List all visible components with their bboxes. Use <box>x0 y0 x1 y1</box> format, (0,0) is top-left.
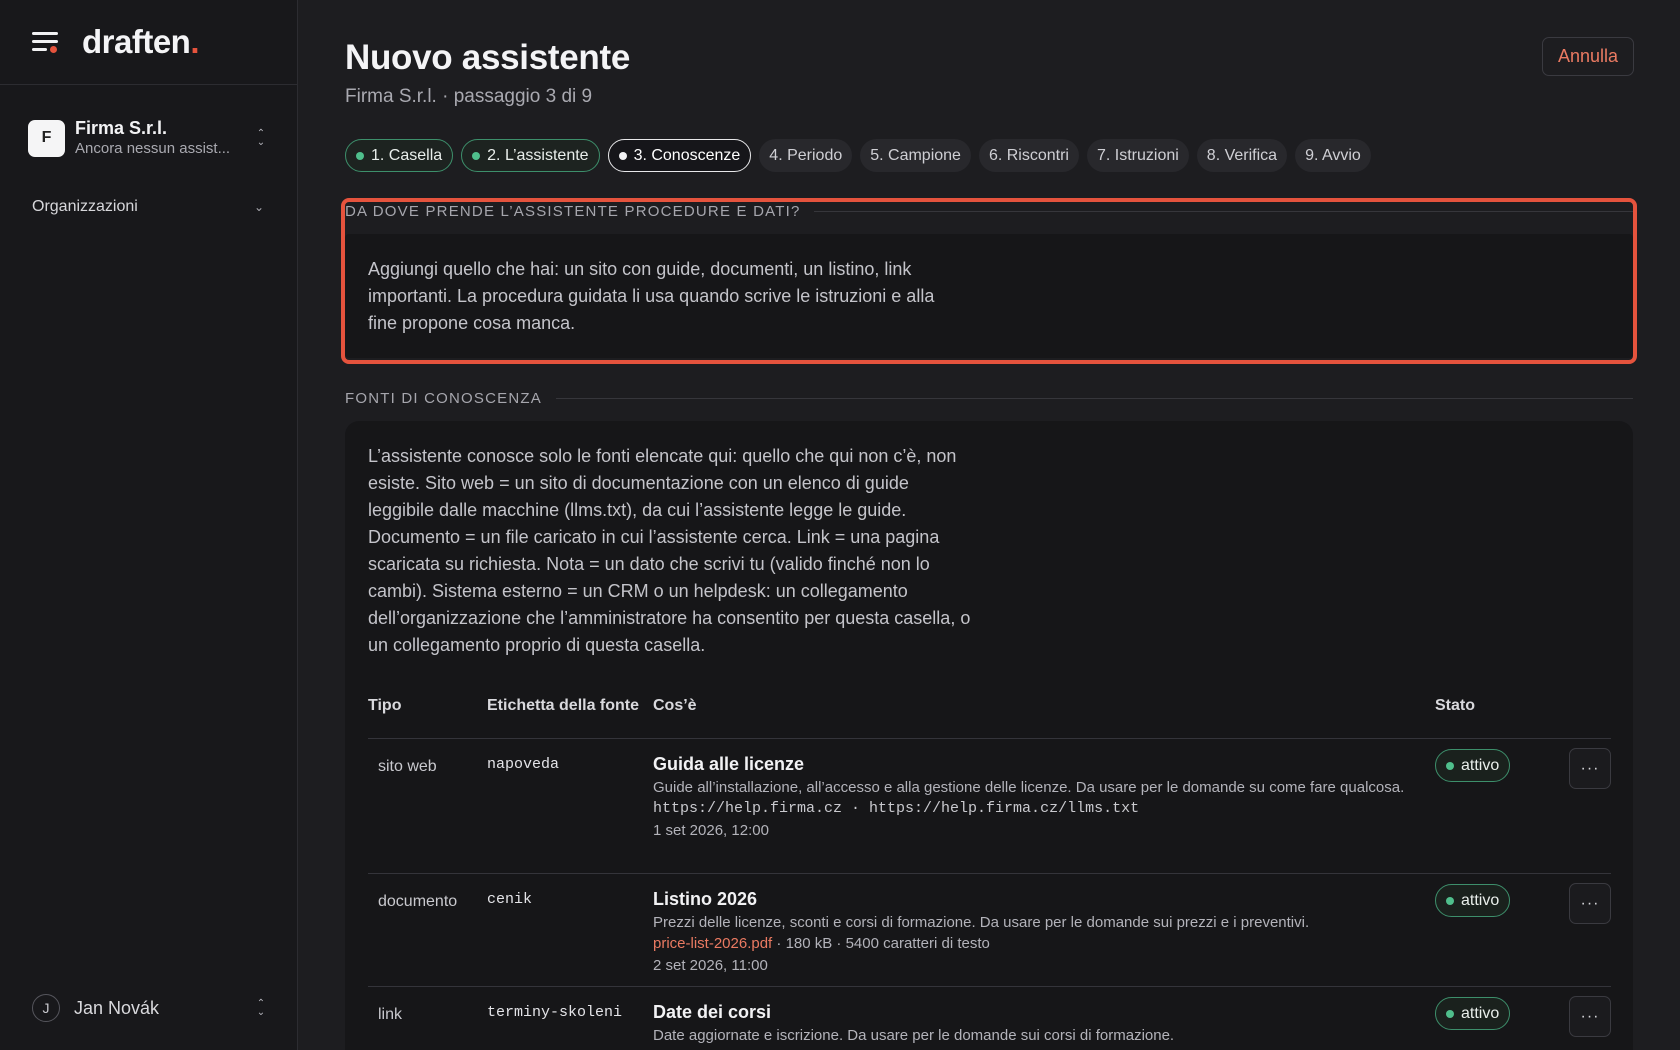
more-options-button[interactable]: ··· <box>1569 748 1611 789</box>
intro-box: Aggiungi quello che hai: un sito con gui… <box>345 234 1633 358</box>
source-date: 2 set 2026, 11:00 <box>653 957 768 974</box>
source-description: Prezzi delle licenze, sconti e corsi di … <box>653 914 1310 931</box>
more-options-button[interactable]: ··· <box>1569 883 1611 924</box>
step-2[interactable]: 2. L’assistente <box>461 139 600 172</box>
step-8[interactable]: 8. Verifica <box>1196 139 1288 172</box>
sources-description: L’assistente conosce solo le fonti elenc… <box>368 446 971 655</box>
source-file: price-list-2026.pdf · 180 kB · 5400 cara… <box>653 935 990 952</box>
source-title: Listino 2026 <box>653 889 758 909</box>
table-header: Tipo Etichetta della fonte Cos’è Stato <box>368 673 1611 739</box>
chevron-up-down-icon: ⌃ ⌄ <box>256 128 266 148</box>
sidebar: draften. F Firma S.r.l. Ancora nessun as… <box>0 0 298 1050</box>
avatar: J <box>32 994 60 1022</box>
source-title: Date dei corsi <box>653 1002 772 1022</box>
status-badge: attivo <box>1435 884 1511 917</box>
sidebar-item-label: Organizzazioni <box>32 198 138 215</box>
brand-logo: draften. <box>82 23 200 60</box>
org-avatar: F <box>28 119 65 157</box>
source-urls: https://help.firma.cz · https://help.fir… <box>653 800 1140 817</box>
sources-card: L’assistente conosce solo le fonti elenc… <box>345 421 1633 1050</box>
cancel-button[interactable]: Annulla <box>1541 37 1634 76</box>
chevron-up-down-icon: ⌃ ⌄ <box>256 998 266 1018</box>
user-menu[interactable]: J Jan Novák ⌃ ⌄ <box>32 993 270 1023</box>
table-row: sito web napoveda Guida alle licenze Gui… <box>368 739 1611 874</box>
user-name: Jan Novák <box>74 997 160 1018</box>
column-header-what: Cos’è <box>653 696 697 714</box>
menu-icon[interactable] <box>32 29 60 55</box>
source-date: 1 set 2026, 12:00 <box>653 822 769 839</box>
org-switcher[interactable]: F Firma S.r.l. Ancora nessun assist... ⌃… <box>28 115 270 161</box>
page-subtitle: Firma S.r.l. · passaggio 3 di 9 <box>345 86 593 107</box>
page-title: Nuovo assistente <box>345 38 631 77</box>
status-badge: attivo <box>1435 749 1511 782</box>
table-row: link terminy-skoleni Date dei corsi Date… <box>368 987 1611 1050</box>
step-1[interactable]: 1. Casella <box>345 139 454 172</box>
column-header-state: Stato <box>1435 696 1475 714</box>
brand-row: draften. <box>0 0 297 85</box>
table-row: documento cenik Listino 2026 Prezzi dell… <box>368 874 1611 987</box>
org-subtitle: Ancora nessun assist... <box>75 140 231 157</box>
sources-heading: Fonti di conoscenza <box>345 390 1633 407</box>
more-options-button[interactable]: ··· <box>1569 996 1611 1037</box>
source-title: Guida alle licenze <box>653 754 805 774</box>
step-6[interactable]: 6. Riscontri <box>978 139 1079 172</box>
column-header-label: Etichetta della fonte <box>487 696 640 714</box>
step-3[interactable]: 3. Conoscenze <box>607 139 752 172</box>
file-link[interactable]: price-list-2026.pdf <box>653 935 772 952</box>
source-description: Date aggiornate e iscrizione. Da usare p… <box>653 1027 1175 1044</box>
step-4[interactable]: 4. Periodo <box>759 139 853 172</box>
main-content: Nuovo assistente Firma S.r.l. · passaggi… <box>341 0 1637 1050</box>
org-name: Firma S.r.l. <box>75 118 168 138</box>
status-badge: attivo <box>1435 997 1511 1030</box>
wizard-steps: 1. Casella 2. L’assistente 3. Conoscenze… <box>345 139 1371 172</box>
sidebar-item-organizations[interactable]: Organizzazioni ⌄ <box>32 198 264 216</box>
source-description: Guide all’installazione, all’accesso e a… <box>653 779 1405 796</box>
sources-table: Tipo Etichetta della fonte Cos’è Stato s… <box>368 673 1611 1050</box>
chevron-down-icon: ⌄ <box>253 200 264 214</box>
step-7[interactable]: 7. Istruzioni <box>1086 139 1189 172</box>
intro-heading: Da dove prende l’assistente procedure e … <box>345 203 1633 220</box>
column-header-type: Tipo <box>368 696 402 714</box>
step-9[interactable]: 9. Avvio <box>1295 139 1371 172</box>
step-5[interactable]: 5. Campione <box>860 139 971 172</box>
intro-text: Aggiungi quello che hai: un sito con gui… <box>368 259 935 333</box>
